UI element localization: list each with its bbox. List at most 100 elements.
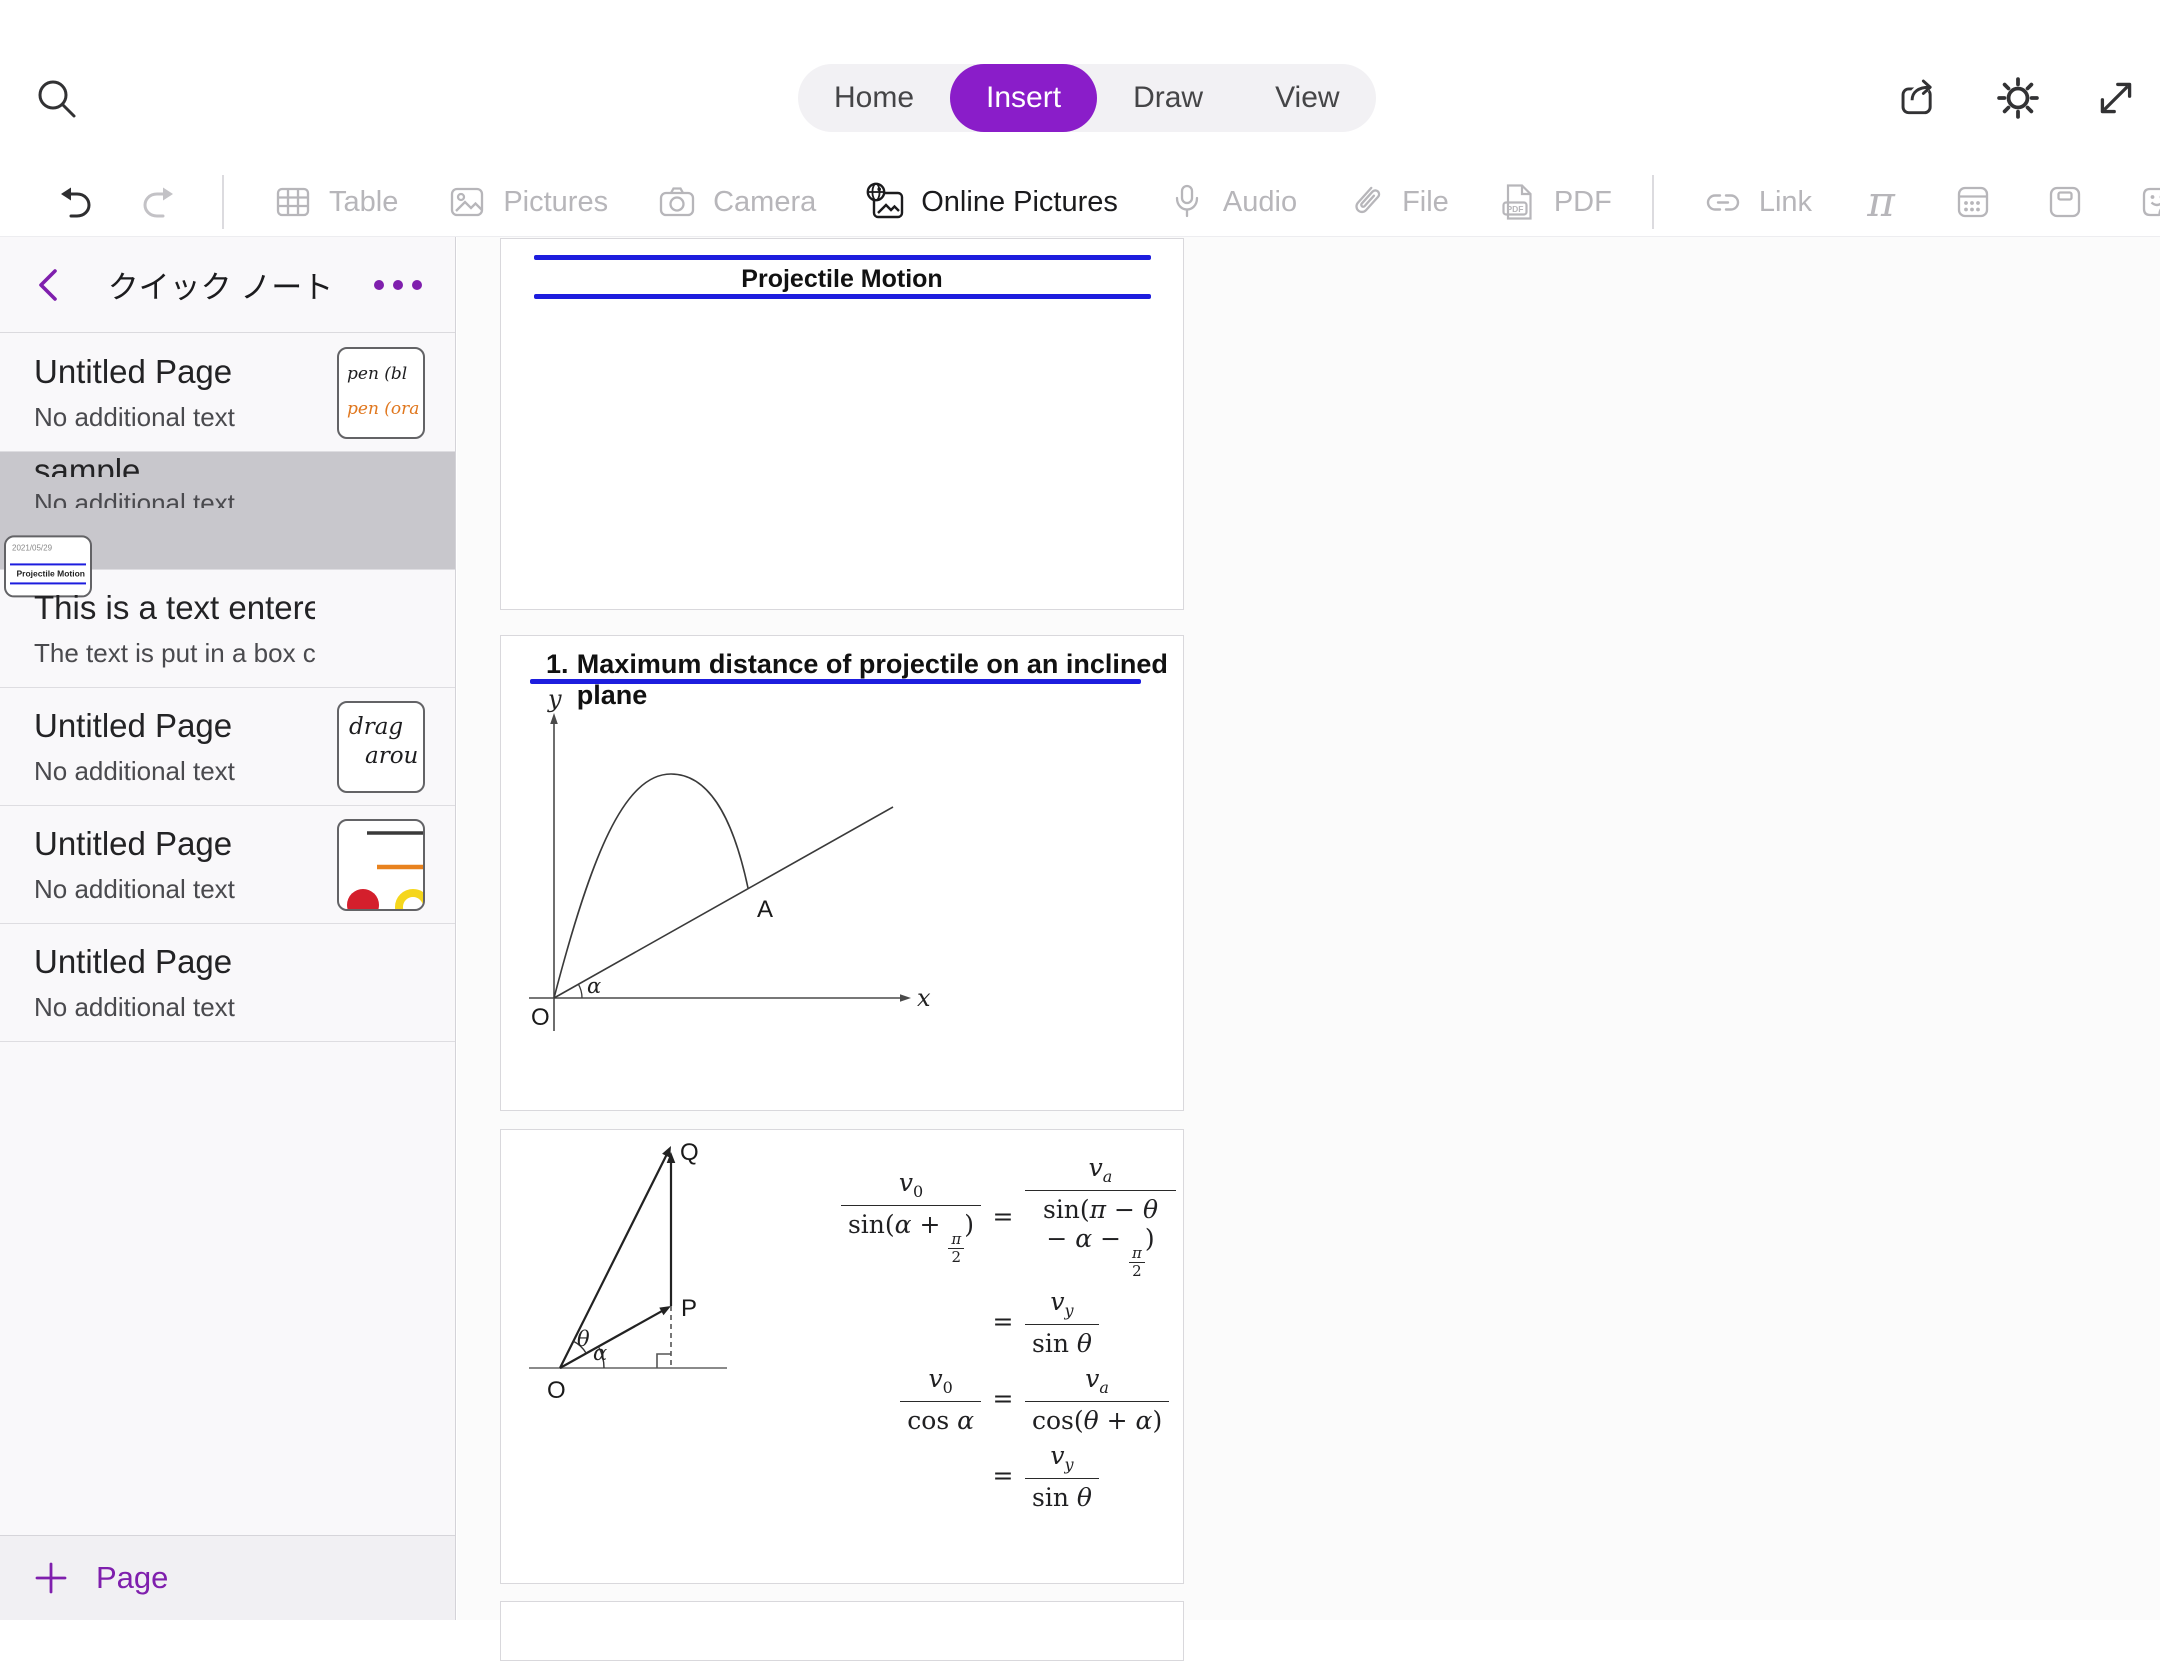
redo-button[interactable] — [136, 179, 182, 225]
link-icon — [1700, 179, 1746, 225]
diagram-o-label: O — [547, 1377, 566, 1404]
add-page-label: Page — [96, 1560, 168, 1596]
page-list-item[interactable]: This is a text entered in... The text is… — [0, 570, 455, 688]
equation-row: v0sin(α + π2) = vasin(π − θ − α − π2) — [831, 1152, 1176, 1281]
page-list-item-selected[interactable]: sample No additional text 2021/05/29 Pro… — [0, 452, 455, 570]
page-sidebar: クイック ノート Untitled Page No additional tex… — [0, 237, 456, 1620]
insert-camera-label: Camera — [713, 186, 816, 219]
redo-icon — [136, 179, 182, 225]
doc-title: Projectile Motion — [501, 265, 1183, 294]
insert-online-pictures-button[interactable]: Online Pictures — [862, 179, 1118, 225]
page-title: sample — [34, 452, 315, 477]
page-list-item[interactable]: Untitled Page No additional text drag ar… — [0, 688, 455, 806]
insert-ribbon: Table Pictures Camera — [0, 168, 2160, 237]
note-canvas[interactable]: Projectile Motion 1. Maximum distance of… — [457, 237, 2160, 1620]
page-list: Untitled Page No additional text pen (bl… — [0, 334, 455, 1535]
page-subtitle: No additional text — [34, 402, 315, 433]
equation-row: = vysin θ — [831, 1286, 1176, 1358]
search-icon — [30, 72, 82, 124]
search-button[interactable] — [30, 72, 82, 124]
insert-space-icon — [2042, 179, 2088, 225]
settings-button[interactable] — [1992, 72, 2044, 124]
page-subtitle: The text is put in a box called... — [34, 638, 315, 669]
note-block-equations[interactable]: Q P O θ α v0sin(α + π2) = vasin(π − θ − … — [500, 1129, 1184, 1584]
insert-pdf-label: PDF — [1554, 186, 1612, 219]
expand-icon — [2090, 72, 2142, 124]
insert-link-button[interactable]: Link — [1700, 179, 1812, 225]
date-icon — [1950, 179, 1996, 225]
graph-x-label: x — [917, 984, 931, 1012]
page-list-item[interactable]: Untitled Page No additional text — [0, 806, 455, 924]
back-button[interactable] — [28, 263, 72, 307]
tab-home[interactable]: Home — [798, 64, 950, 132]
scribble-thumbnail-art — [339, 821, 423, 909]
online-pictures-icon — [862, 179, 908, 225]
insert-math-button[interactable]: π — [1858, 179, 1904, 225]
top-bar: Home Insert Draw View — [0, 0, 2160, 168]
insert-stickers-button[interactable] — [2134, 179, 2160, 225]
add-page-button[interactable]: Page — [34, 1560, 168, 1596]
page-thumbnail — [337, 819, 425, 911]
tab-draw[interactable]: Draw — [1097, 64, 1239, 132]
page-subtitle: No additional text — [34, 756, 315, 787]
table-icon — [270, 179, 316, 225]
insert-camera-button[interactable]: Camera — [654, 179, 816, 225]
insert-date-button[interactable] — [1950, 179, 1996, 225]
page-title: Untitled Page — [34, 353, 315, 391]
note-block-title[interactable]: Projectile Motion — [500, 238, 1184, 610]
more-options-button[interactable] — [369, 263, 427, 307]
notebook-title: クイック ノート — [72, 262, 369, 307]
page-thumbnail: pen (bl pen (ora — [337, 347, 425, 439]
diagram-theta-label: θ — [577, 1327, 590, 1351]
diagram-p-label: P — [681, 1295, 697, 1322]
page-title: Untitled Page — [34, 943, 315, 981]
insert-audio-label: Audio — [1223, 186, 1297, 219]
graph-y-label: y — [547, 691, 562, 713]
graph-origin-label: O — [531, 1004, 550, 1031]
ribbon-divider — [222, 175, 224, 229]
fullscreen-button[interactable] — [2090, 72, 2142, 124]
page-subtitle: No additional text — [34, 992, 315, 1023]
insert-file-label: File — [1402, 186, 1449, 219]
page-title: This is a text entered in... — [34, 589, 315, 627]
diagram-q-label: Q — [680, 1139, 699, 1166]
insert-table-button[interactable]: Table — [270, 179, 398, 225]
plus-icon — [34, 1561, 68, 1595]
onenote-app: { "app": {"accent":"#8A1DC9","sidebar_ac… — [0, 0, 2160, 1620]
topbar-right-actions — [1894, 72, 2142, 124]
undo-icon — [52, 179, 98, 225]
tab-insert[interactable]: Insert — [950, 64, 1097, 132]
page-thumbnail: drag arou — [337, 701, 425, 793]
projectile-graph: y x O A α — [521, 691, 981, 1051]
note-block-graph[interactable]: 1. Maximum distance of projectile on an … — [500, 635, 1184, 1111]
ribbon-tab-bar: Home Insert Draw View — [798, 64, 1376, 132]
insert-pictures-label: Pictures — [503, 186, 608, 219]
insert-pictures-button[interactable]: Pictures — [444, 179, 608, 225]
page-list-item[interactable]: Untitled Page No additional text — [0, 924, 455, 1042]
insert-table-label: Table — [329, 186, 398, 219]
insert-file-button[interactable]: File — [1343, 179, 1449, 225]
insert-space-button[interactable] — [2042, 179, 2088, 225]
sticker-icon — [2134, 179, 2160, 225]
paperclip-icon — [1343, 179, 1389, 225]
page-title: Untitled Page — [34, 825, 315, 863]
camera-icon — [654, 179, 700, 225]
pi-math-icon: π — [1867, 181, 1895, 223]
pdf-icon: PDF — [1495, 179, 1541, 225]
blue-underline — [530, 679, 1141, 684]
note-block-partial[interactable] — [500, 1601, 1184, 1661]
insert-pdf-button[interactable]: PDF PDF — [1495, 179, 1612, 225]
velocity-diagram: Q P O θ α — [507, 1132, 807, 1432]
undo-button[interactable] — [52, 179, 98, 225]
blue-rule — [534, 294, 1151, 299]
tab-view[interactable]: View — [1239, 64, 1375, 132]
insert-audio-button[interactable]: Audio — [1164, 179, 1297, 225]
gear-icon — [1992, 72, 2044, 124]
page-list-item[interactable]: Untitled Page No additional text pen (bl… — [0, 334, 455, 452]
sidebar-footer: Page — [0, 1535, 455, 1620]
share-button[interactable] — [1894, 72, 1946, 124]
graph-point-a-label: A — [757, 896, 773, 923]
microphone-icon — [1164, 179, 1210, 225]
sidebar-header: クイック ノート — [0, 237, 455, 333]
share-icon — [1894, 72, 1946, 124]
